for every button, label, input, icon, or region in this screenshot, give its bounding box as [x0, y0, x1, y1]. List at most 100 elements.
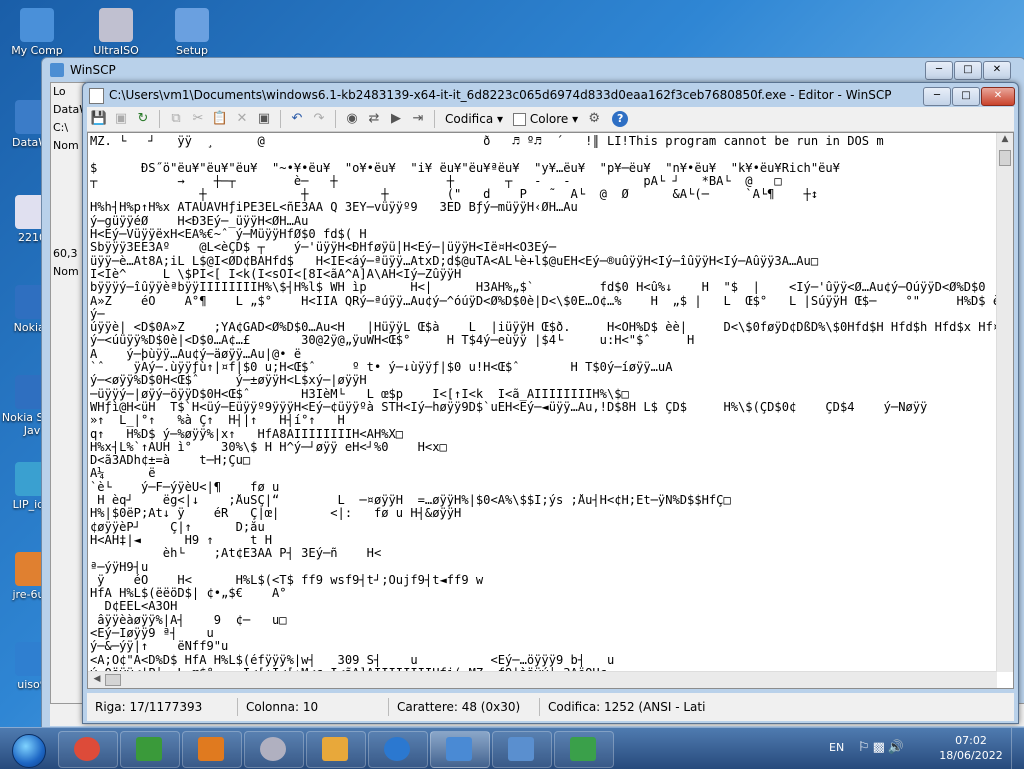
panel-item[interactable] — [51, 155, 85, 173]
language-indicator[interactable]: EN — [829, 741, 844, 754]
editor-line[interactable]: ý─&─ýÿ|↑ ëNff9"u — [90, 640, 997, 653]
editor-line[interactable]: `è└ ý─F─ýÿèU<|¶ fø u — [90, 481, 997, 494]
goto-line-icon[interactable]: ⇥ — [408, 109, 428, 129]
scroll-thumb[interactable] — [999, 150, 1011, 166]
editor-line[interactable]: <À;Ö¢"À<D%D$ HfÀ H%L$(éfÿÿÿ%|w┤ 309 S┤ u… — [90, 654, 997, 667]
editor-line[interactable]: $ ĐŠ˝ö"ëu¥"ëu¥"ëu¥ "~•¥•ëu¥ "o¥•ëu¥ "i¥ … — [90, 162, 997, 175]
taskbar-button-network[interactable] — [492, 731, 552, 768]
editor-line[interactable]: H èq┘ ëg<|↓ ;ÅuSÇ|“ L ─¤øÿÿH =…øÿÿH%|$0<… — [90, 494, 997, 507]
editor-line[interactable]: èh└ ;Ät¢E3ÀA P┤ 3Éý─ñ H< — [90, 547, 997, 560]
editor-line[interactable]: »↑ L_|°↑ %à Ç↑ H┤|↑ H┤í°↑ H — [90, 414, 997, 427]
editor-line[interactable]: üÿÿ─è…Àt8A;iL L$@I<ØD¢BÀHfd$ H<ÏE<áý─ªüÿ… — [90, 255, 997, 268]
editor-line[interactable]: A»Z éÕ A°¶ L „$° H<ÎIA QRý─ªúÿÿ…Àu¢ý─^óú… — [90, 295, 997, 308]
editor-line[interactable]: ÿ éÕ H< H%L$(<T$ ff9 wsf9┤t┘;Óujf9┤t◄ff9… — [90, 574, 997, 587]
maximize-button[interactable]: □ — [952, 87, 980, 106]
minimize-button[interactable]: ─ — [923, 87, 951, 106]
start-button[interactable] — [2, 730, 54, 768]
tray-icons[interactable]: ⚐▩🔊 — [858, 740, 907, 755]
close-button[interactable]: ✕ — [983, 61, 1011, 80]
editor-line[interactable]: À ý─þùÿÿ…Àu¢ý─äøÿÿ…Àu|@• ë — [90, 348, 997, 361]
editor-line[interactable]: ý─<øÿÿ%D$0H<Œ$ˆ ý─±øÿÿH<L$xý─|øÿÿH — [90, 374, 997, 387]
save-all-icon[interactable]: ▣ — [111, 109, 131, 129]
taskbar-button-veeam[interactable] — [120, 731, 180, 768]
horizontal-scrollbar[interactable]: ◀ — [88, 671, 997, 688]
panel-item[interactable]: Nom — [51, 263, 85, 281]
desktop-icon[interactable]: UltraISO — [84, 8, 148, 57]
editor-line[interactable]: MZ. └ ┘ ÿÿ ¸ @ ð ♬ º♬ ´ !║ LÍ!This progr… — [90, 135, 997, 148]
minimize-button[interactable]: ─ — [925, 61, 953, 80]
color-toggle[interactable]: Colore ▾ — [509, 112, 582, 126]
editor-line[interactable]: H%x┤L%`↑AUH ì° 30%\$ H H^ý─┘øÿÿ eH<┘%0 H… — [90, 441, 997, 454]
editor-line[interactable] — [90, 148, 997, 161]
editor-line[interactable]: WHƒì@H<üH T$`H<üý─Eüÿÿº9ÿÿÿH<Éý─¢üÿÿºà S… — [90, 401, 997, 414]
close-button[interactable]: ✕ — [981, 87, 1015, 106]
editor-line[interactable]: bÿÿÿý─îûÿÿèªbÿÿÎÎÎÎÎÎÎÎH%\$┤H%l$ WH ìp H… — [90, 281, 997, 294]
editor-line[interactable]: âÿÿèàøÿÿ%|A┤ 9 ¢─ u□ — [90, 614, 997, 627]
desktop-icon[interactable]: Setup — [160, 8, 224, 57]
editor-line[interactable]: ý─<úüÿÿ%D$0è|<D$0…A¢…£ 30@2ÿ@„ÿuWH<Œ$° H… — [90, 334, 997, 347]
vertical-scrollbar[interactable]: ▲ — [996, 133, 1013, 672]
editor-line[interactable]: HfÄ H%L$(ëëöD$| ¢•„$€ A° — [90, 587, 997, 600]
panel-item[interactable]: 60,3 — [51, 245, 85, 263]
editor-content[interactable]: MZ. └ ┘ ÿÿ ¸ @ ð ♬ º♬ ´ !║ LÍ!This progr… — [88, 133, 997, 672]
color-checkbox[interactable] — [513, 113, 527, 126]
show-desktop-button[interactable] — [1011, 728, 1024, 769]
panel-item[interactable]: Nom — [51, 137, 85, 155]
find-next-icon[interactable]: ▶ — [386, 109, 406, 129]
editor-line[interactable]: H<ÄH‡|◄ H9 ↑ t H — [90, 534, 997, 547]
save-icon[interactable]: 💾 — [89, 109, 109, 129]
find-icon[interactable]: ◉ — [342, 109, 362, 129]
editor-line[interactable]: ¢øÿÿèP┘ Ç|↑ D;åu — [90, 521, 997, 534]
text-editor[interactable]: MZ. └ ┘ ÿÿ ¸ @ ð ♬ º♬ ´ !║ LÍ!This progr… — [87, 132, 1014, 689]
scroll-left-icon[interactable]: ◀ — [89, 674, 105, 684]
select-all-icon[interactable]: ▣ — [254, 109, 274, 129]
taskbar-button-ultraiso[interactable] — [244, 731, 304, 768]
taskbar-button-chrome[interactable] — [58, 731, 118, 768]
panel-item[interactable]: Lo — [51, 83, 85, 101]
editor-line[interactable]: ý─ — [90, 308, 997, 321]
editor-line[interactable]: ─üÿÿý─|øÿý─öÿÿD$0H<Œ$ˆ H3ÎèM└ L œ$p I<[↑… — [90, 388, 997, 401]
scroll-thumb[interactable] — [105, 674, 121, 686]
editor-line[interactable]: <Éý─Îøÿÿ9 ª┤ u — [90, 627, 997, 640]
editor-line[interactable]: D¢EËL<Ä3ÖH — [90, 600, 997, 613]
panel-item[interactable] — [51, 191, 85, 209]
taskbar-button-security[interactable] — [554, 731, 614, 768]
editor-line[interactable]: ª─ýÿH9┤u — [90, 561, 997, 574]
taskbar-button-winscp[interactable] — [430, 731, 490, 768]
help-icon[interactable]: ? — [612, 111, 629, 127]
panel-item[interactable]: DataW — [51, 101, 85, 119]
editor-line[interactable]: ┬ → ┼─┬ è─ ┼ ┼ ┬ - - pÀ└ ┘ *BÀ└ @ □ — [90, 175, 997, 188]
undo-icon[interactable]: ↶ — [287, 109, 307, 129]
clock[interactable]: 07:02 18/06/2022 — [936, 733, 1006, 763]
editor-line[interactable]: `ˆ ÿÀý─.ùÿÿƒù↑|¤f|$0 u;H<Œ$ˆ º t• ý─↓ùÿÿ… — [90, 361, 997, 374]
editor-line[interactable]: úÿÿè| <D$0A»Z ;ÝA¢GÀD<Ø%D$0…Àu<H |HüÿÿL … — [90, 321, 997, 334]
editor-line[interactable]: D<ã3ÀDh¢±=à t─H;Çu□ — [90, 454, 997, 467]
editor-line[interactable]: q↑ H%D$ ý─%øÿÿ%|x↑ HfÄ8ÃÎÎÎÎÎÎÎÎH<ÄH%X□ — [90, 428, 997, 441]
replace-icon[interactable]: ⇄ — [364, 109, 384, 129]
panel-item[interactable] — [51, 209, 85, 227]
scroll-up-icon[interactable]: ▲ — [997, 134, 1013, 144]
taskbar-button-java[interactable] — [182, 731, 242, 768]
reload-icon[interactable]: ↻ — [133, 109, 153, 129]
editor-line[interactable]: H%h┤H%p↑H%x ATAUAVHƒiPE3ÉL<ñE3ÀA Q 3ÉÝ─v… — [90, 201, 997, 214]
gear-icon[interactable]: ⚙ — [584, 109, 604, 129]
panel-item[interactable]: C:\ — [51, 119, 85, 137]
delete-icon[interactable]: ✕ — [232, 109, 252, 129]
editor-line[interactable]: Sbÿÿÿ3ÉE3Àº @L<èÇD$ ┬ ý─'üÿÿH<ÐHføÿü│H<É… — [90, 241, 997, 254]
redo-icon[interactable]: ↷ — [309, 109, 329, 129]
panel-item[interactable] — [51, 227, 85, 245]
desktop-icon[interactable]: My Comp — [5, 8, 69, 57]
editor-line[interactable]: ý─güÿÿéØ H<Ð3Éý─_üÿÿH<ØH…Àu — [90, 215, 997, 228]
editor-line[interactable]: H<Éý─VüÿÿëxH<ÉA%€~ˆ ý─MüÿÿHfØ$0 fd$( H — [90, 228, 997, 241]
taskbar-button-ie[interactable] — [368, 731, 428, 768]
editor-line[interactable]: A¼ ë — [90, 467, 997, 480]
panel-item[interactable] — [51, 173, 85, 191]
paste-icon[interactable]: 📋 — [210, 109, 230, 129]
encoding-dropdown[interactable]: Codifica ▾ — [441, 112, 507, 126]
taskbar-button-photos[interactable] — [306, 731, 366, 768]
cut-icon[interactable]: ✂ — [188, 109, 208, 129]
maximize-button[interactable]: □ — [954, 61, 982, 80]
editor-line[interactable]: ┼ ┼ ┼ (" d P ˜ À└ @ Ø &À└(─ `À└¶ ┼↕ — [90, 188, 997, 201]
copy-icon[interactable]: ⧉ — [166, 109, 186, 129]
editor-line[interactable]: I<Îè^ L \$PI<[ I<k(I<sOI<[8I<ãA^A]Ã\ÄH<Ï… — [90, 268, 997, 281]
